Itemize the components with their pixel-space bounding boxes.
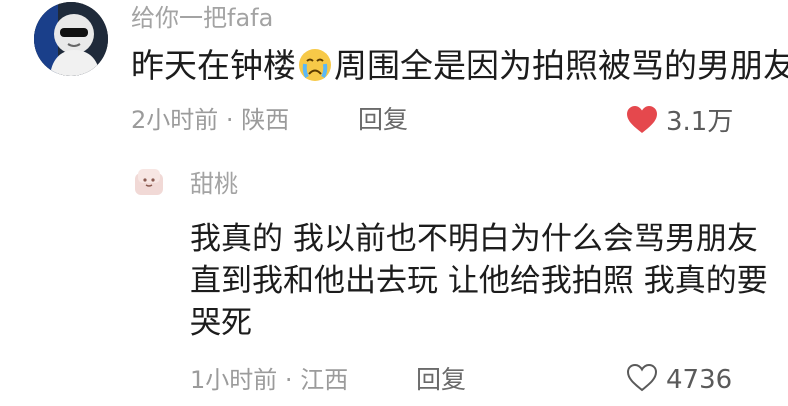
reply-text-line: 我真的 我以前也不明白为什么会骂男朋友 xyxy=(190,221,758,257)
reply-time: 1小时前 xyxy=(190,366,278,394)
meta-separator: · xyxy=(225,106,234,134)
reply-reply-button[interactable]: 回复 xyxy=(416,367,466,392)
reply-text-line: 直到我和他出去玩 让他给我拍照 我真的要 xyxy=(190,263,768,299)
reply-avatar-image xyxy=(135,169,163,195)
crying-face-emoji-icon xyxy=(298,48,332,82)
comment-text: 昨天在钟楼 周围全是因为拍照被骂的男朋友 xyxy=(131,48,788,82)
comment-like-count: 3.1万 xyxy=(666,106,734,137)
reply-text-line: 哭死 xyxy=(190,305,252,341)
reply-like-count: 4736 xyxy=(666,364,733,395)
reply-text: 我真的 我以前也不明白为什么会骂男朋友 直到我和他出去玩 让他给我拍照 我真的要… xyxy=(190,218,768,344)
comment-username[interactable]: 给你一把fafa xyxy=(131,6,273,30)
heart-filled-icon xyxy=(626,105,658,138)
avatar-image xyxy=(34,2,108,76)
reply-avatar[interactable] xyxy=(134,167,164,197)
reply-meta: 1小时前 · 江西 xyxy=(190,368,348,392)
reply-username[interactable]: 甜桃 xyxy=(190,172,238,196)
meta-separator: · xyxy=(284,366,293,394)
comment-like-button[interactable]: 3.1万 xyxy=(626,105,733,138)
reply-like-button[interactable]: 4736 xyxy=(626,363,732,396)
comment-text-part-1: 昨天在钟楼 xyxy=(131,46,296,85)
comment-text-part-2: 周围全是因为拍照被骂的男朋友 xyxy=(334,46,788,85)
comment-location: 陕西 xyxy=(241,106,290,134)
comment-time: 2小时前 xyxy=(131,106,219,134)
comment-thread: 给你一把fafa 昨天在钟楼 周围全是因为拍照被骂的男朋友 2小时前 · 陕西 回… xyxy=(0,0,788,406)
heart-outline-icon xyxy=(626,363,658,396)
comment-reply-button[interactable]: 回复 xyxy=(358,107,408,132)
comment-meta: 2小时前 · 陕西 xyxy=(131,108,289,132)
reply-location: 江西 xyxy=(300,366,349,394)
avatar[interactable] xyxy=(34,2,108,76)
